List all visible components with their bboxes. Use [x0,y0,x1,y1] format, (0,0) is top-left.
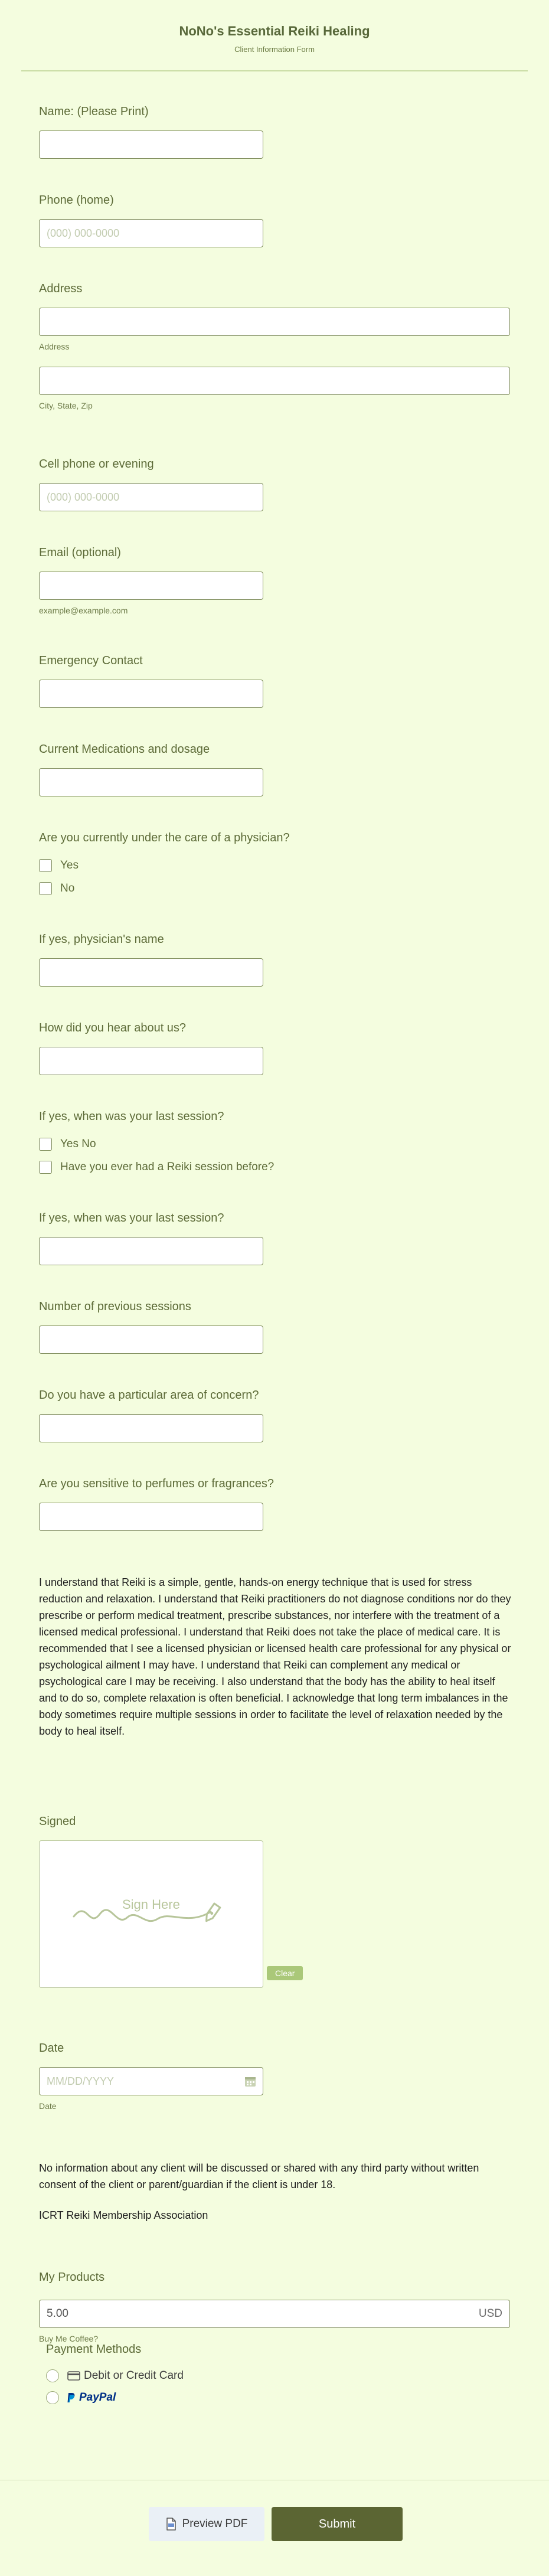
payment-option-card[interactable]: Debit or Credit Card [46,2368,184,2384]
pdf-document-icon [166,2518,176,2531]
concern-label: Do you have a particular area of concern… [39,1389,259,1402]
form-header: NoNo's Essential Reiki Healing Client In… [0,0,549,54]
physician-care-field: Are you currently under the care of a ph… [39,831,290,896]
phone-home-label: Phone (home) [39,194,114,207]
credit-card-icon [67,2371,80,2381]
medications-field: Current Medications and dosage [39,743,263,796]
signature-pen-icon [73,1902,221,1922]
payment-paypal-label: PayPal [79,2391,116,2404]
perfumes-field: Are you sensitive to perfumes or fragran… [39,1477,274,1531]
concern-input[interactable] [39,1414,263,1442]
session-history-field: If yes, when was your last session? Yes … [39,1110,274,1175]
perfumes-input[interactable] [39,1503,263,1531]
header-divider [21,70,528,71]
cell-phone-input[interactable] [39,483,263,511]
association-text: ICRT Reiki Membership Association [39,2209,208,2221]
session-history-label: If yes, when was your last session? [39,1110,224,1123]
emergency-contact-field: Emergency Contact [39,654,263,708]
date-field: Date Date [39,2042,263,2111]
concern-field: Do you have a particular area of concern… [39,1389,263,1442]
hear-about-label: How did you hear about us? [39,1021,187,1034]
phone-home-field: Phone (home) [39,194,263,247]
physician-care-label: Are you currently under the care of a ph… [39,831,290,844]
signature-label: Signed [39,1815,76,1828]
last-session-input[interactable] [39,1237,263,1265]
checkbox[interactable] [39,859,52,872]
medications-input[interactable] [39,768,263,796]
payment-option-paypal[interactable]: PayPal [46,2390,184,2405]
checkbox[interactable] [39,882,52,895]
preview-pdf-label: Preview PDF [182,2518,248,2530]
submit-button[interactable]: Submit [272,2507,403,2541]
option-label: Yes [60,859,79,871]
date-input-wrapper [39,2067,263,2095]
emergency-contact-label: Emergency Contact [39,654,143,667]
email-label: Email (optional) [39,546,121,559]
signature-field: Signed Sign Here Clear [39,1815,303,1988]
payment-card-label: Debit or Credit Card [84,2369,184,2382]
form-subtitle: Client Information Form [234,45,315,54]
option-label: Have you ever had a Reiki session before… [60,1161,274,1173]
physician-care-option-no[interactable]: No [39,881,290,896]
name-input[interactable] [39,130,263,159]
disclaimer-text: I understand that Reiki is a simple, gen… [39,1576,511,1737]
email-sublabel: example@example.com [39,606,128,615]
signature-clear-button[interactable]: Clear [267,1966,303,1980]
date-input[interactable] [39,2067,263,2095]
session-history-option-2[interactable]: Have you ever had a Reiki session before… [39,1160,274,1175]
paypal-logo-icon [67,2393,75,2402]
emergency-contact-input[interactable] [39,680,263,708]
payment-methods-label: Payment Methods [46,2343,142,2356]
payment-methods-field: Payment Methods Debit or Credit Card Pay… [46,2343,184,2405]
phone-home-input[interactable] [39,219,263,247]
physician-name-input[interactable] [39,958,263,987]
product-name: Buy Me Coffee? [39,2334,99,2343]
medications-label: Current Medications and dosage [39,743,210,756]
address-field: Address Address City, State, Zip [39,282,510,410]
preview-pdf-button[interactable]: Preview PDF [149,2507,264,2541]
date-label: Date [39,2042,64,2055]
num-sessions-input[interactable] [39,1325,263,1354]
num-sessions-label: Number of previous sessions [39,1300,191,1313]
price-input[interactable]: 5.00 USD [39,2300,510,2328]
last-session-label: If yes, when was your last session? [39,1212,224,1225]
address-line1-input[interactable] [39,308,510,336]
option-label: Yes No [60,1138,96,1150]
physician-name-label: If yes, physician's name [39,933,164,946]
address-label: Address [39,282,83,295]
hear-about-field: How did you hear about us? [39,1021,263,1075]
physician-name-field: If yes, physician's name [39,933,263,987]
checkbox[interactable] [39,1138,52,1151]
session-history-option-1[interactable]: Yes No [39,1137,274,1152]
option-label: No [60,882,75,894]
checkbox[interactable] [39,1161,52,1174]
date-sublabel: Date [39,2101,57,2111]
name-field: Name: (Please Print) [39,105,263,159]
email-field: Email (optional) example@example.com [39,546,263,615]
cell-phone-field: Cell phone or evening [39,458,263,511]
last-session-field: If yes, when was your last session? [39,1212,263,1265]
address-line2-sublabel: City, State, Zip [39,401,93,410]
address-line2-input[interactable] [39,367,510,395]
radio-button[interactable] [46,2391,59,2404]
products-label: My Products [39,2271,105,2284]
cell-phone-label: Cell phone or evening [39,458,154,471]
hear-about-input[interactable] [39,1047,263,1075]
perfumes-label: Are you sensitive to perfumes or fragran… [39,1477,274,1490]
signature-pad[interactable]: Sign Here [39,1840,263,1988]
calendar-icon[interactable] [244,2075,256,2087]
physician-care-option-yes[interactable]: Yes [39,858,290,873]
radio-button[interactable] [46,2369,59,2382]
email-input[interactable] [39,572,263,600]
price-value: 5.00 [47,2307,68,2320]
form-title: NoNo's Essential Reiki Healing [179,24,370,38]
privacy-note: No information about any client will be … [39,2162,479,2190]
price-currency: USD [478,2307,502,2320]
address-line1-sublabel: Address [39,342,70,351]
name-label: Name: (Please Print) [39,105,149,118]
products-field: My Products 5.00 USD Buy Me Coffee? [39,2271,510,2343]
num-sessions-field: Number of previous sessions [39,1300,263,1354]
